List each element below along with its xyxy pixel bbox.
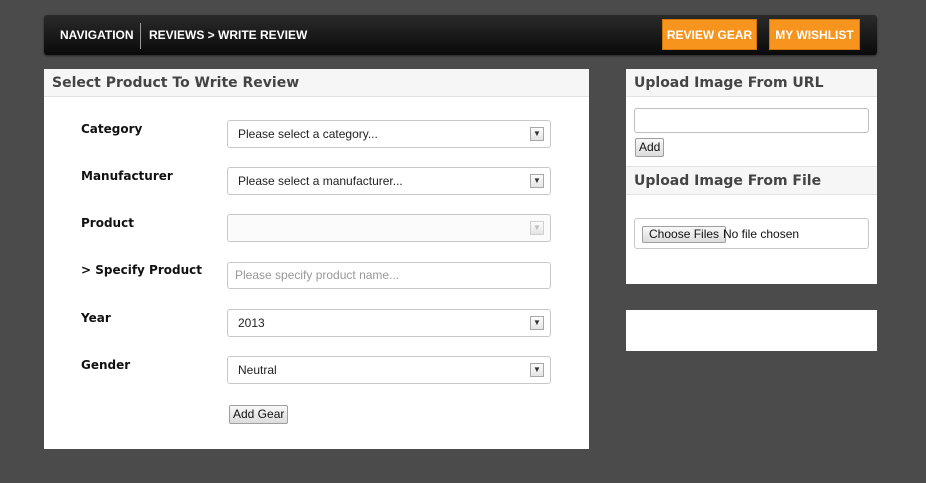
gender-select-value: Neutral (238, 363, 277, 377)
chevron-down-icon: ▼ (530, 363, 544, 377)
review-gear-button[interactable]: REVIEW GEAR (662, 19, 757, 50)
top-navbar: NAVIGATION REVIEWS > WRITE REVIEW REVIEW… (44, 15, 877, 55)
specify-product-label: > Specify Product (81, 263, 202, 277)
breadcrumb[interactable]: REVIEWS > WRITE REVIEW (149, 15, 307, 55)
product-select[interactable]: ▼ (227, 214, 551, 242)
category-label: Category (81, 122, 143, 136)
empty-side-panel (626, 310, 877, 351)
manufacturer-label: Manufacturer (81, 169, 173, 183)
category-select[interactable]: Please select a category... ▼ (227, 120, 551, 148)
add-url-button[interactable]: Add (635, 138, 665, 157)
nav-title[interactable]: NAVIGATION (60, 15, 134, 55)
upload-file-title: Upload Image From File (626, 167, 877, 195)
product-label: Product (81, 216, 134, 230)
choose-files-button[interactable]: Choose Files (642, 226, 727, 243)
file-upload-field: Choose Files No file chosen (634, 218, 869, 249)
image-url-input[interactable] (634, 108, 869, 133)
chevron-down-icon: ▼ (530, 221, 544, 235)
select-product-panel: Select Product To Write Review Category … (44, 69, 589, 449)
specify-product-input[interactable]: Please specify product name... (227, 262, 551, 289)
year-select[interactable]: 2013 ▼ (227, 309, 551, 337)
panel-title: Select Product To Write Review (44, 69, 589, 97)
upload-image-panel: Upload Image From URL Add Upload Image F… (626, 69, 877, 284)
manufacturer-select[interactable]: Please select a manufacturer... ▼ (227, 167, 551, 195)
gender-select[interactable]: Neutral ▼ (227, 356, 551, 384)
year-label: Year (81, 311, 111, 325)
chevron-down-icon: ▼ (530, 316, 544, 330)
add-gear-button[interactable]: Add Gear (229, 405, 289, 424)
category-select-value: Please select a category... (238, 127, 378, 141)
gender-label: Gender (81, 358, 131, 372)
chevron-down-icon: ▼ (530, 174, 544, 188)
file-status-text: No file chosen (723, 227, 800, 241)
upload-url-title: Upload Image From URL (626, 69, 877, 97)
nav-divider (140, 23, 141, 49)
my-wishlist-button[interactable]: MY WISHLIST (769, 19, 860, 50)
chevron-down-icon: ▼ (530, 127, 544, 141)
year-select-value: 2013 (238, 316, 265, 330)
manufacturer-select-value: Please select a manufacturer... (238, 174, 403, 188)
